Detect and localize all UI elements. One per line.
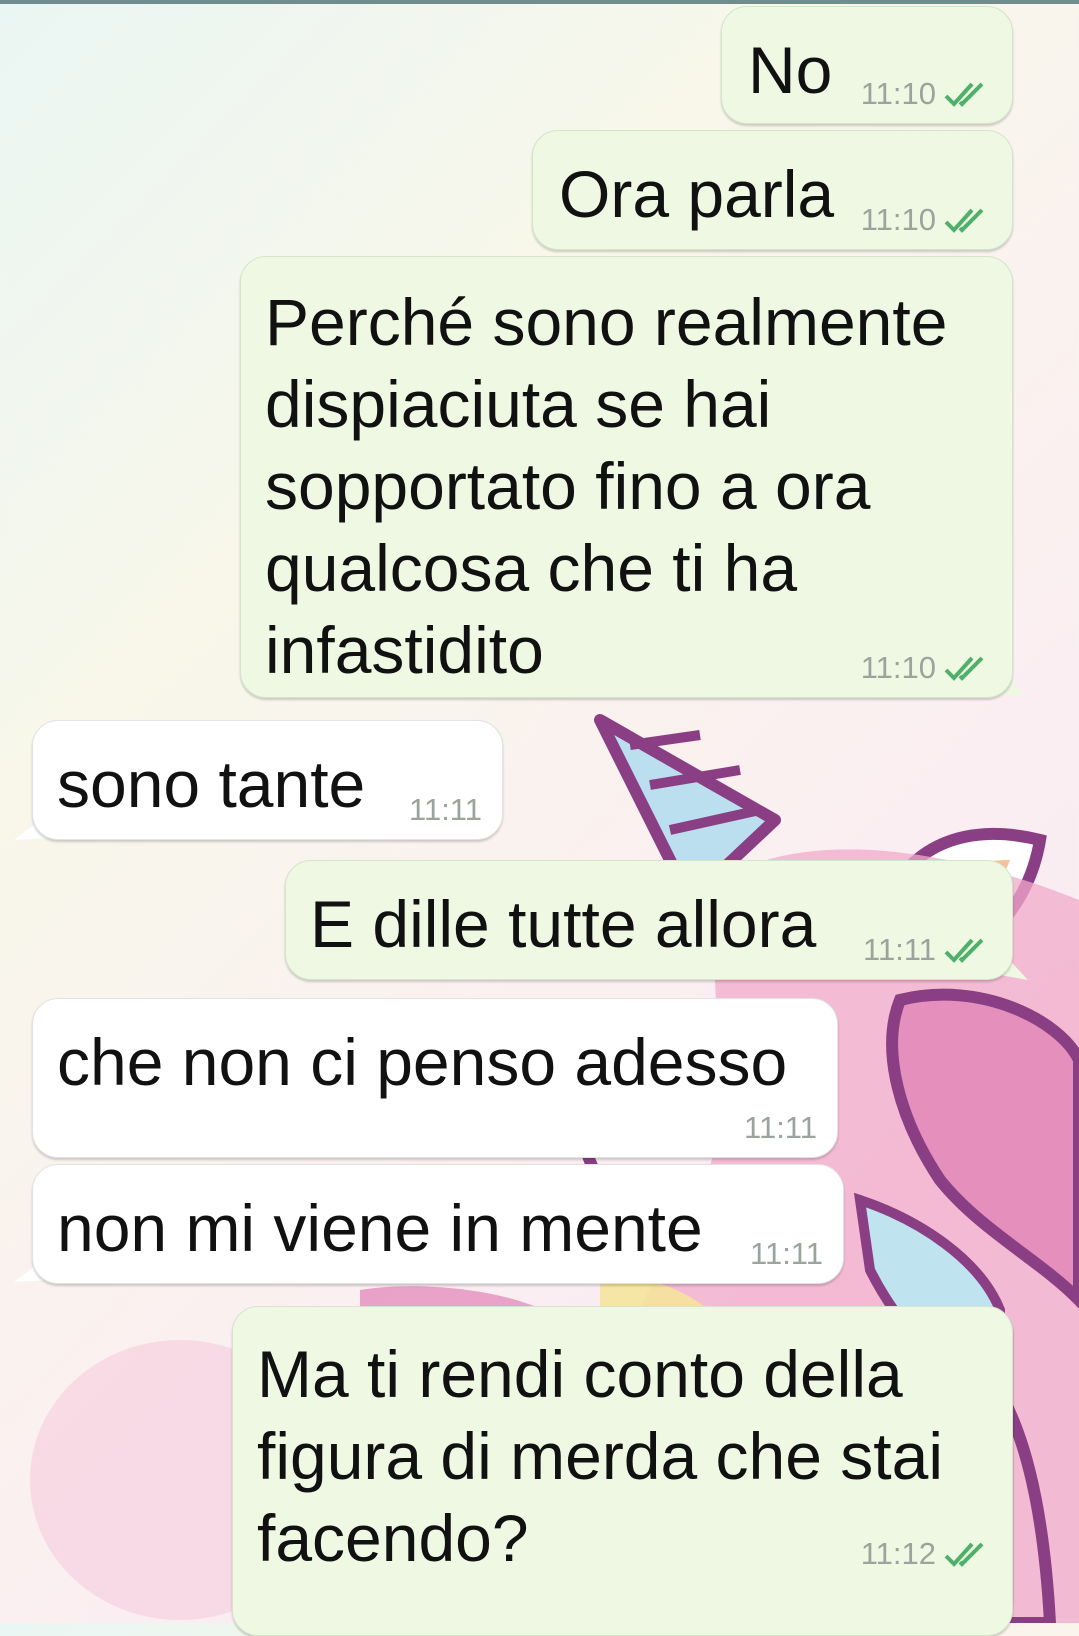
message-text-line: infastidito: [265, 613, 544, 687]
message-text: sono tante: [57, 747, 366, 821]
outgoing-message-bubble[interactable]: Ora parla 11:10: [532, 130, 1013, 250]
message-text: non mi viene in mente: [57, 1191, 703, 1265]
read-ticks-icon: [944, 656, 984, 681]
message-text: E dille tutte allora: [310, 887, 817, 961]
message-text-block: Ma ti rendi conto della figura di merda …: [257, 1333, 943, 1579]
message-time: 11:10: [860, 76, 936, 111]
message-meta: 11:10: [861, 651, 992, 685]
message-text-line: Perché sono realmente: [265, 285, 948, 359]
message-text-line: Ma ti rendi conto della: [257, 1337, 903, 1411]
message-text-line: figura di merda che stai: [257, 1419, 944, 1493]
incoming-message-bubble[interactable]: non mi viene in mente 11:11: [32, 1164, 844, 1284]
message-text-line: qualcosa che ti ha: [265, 531, 798, 605]
message-meta: 11:12: [861, 1537, 992, 1571]
message-time: 11:11: [750, 1236, 823, 1271]
message-time: 11:11: [863, 932, 936, 967]
message-meta: 11:10: [861, 77, 992, 111]
chat-message-list[interactable]: No 11:10 Ora parla 11:10 Perché sono rea…: [0, 0, 1079, 1636]
message-text-line: facendo?: [257, 1501, 529, 1575]
message-meta: 11:10: [861, 203, 992, 237]
message-time: 11:11: [409, 792, 482, 827]
message-text-block: Perché sono realmente dispiaciuta se hai…: [265, 281, 947, 691]
message-text-line: sopportato fino a ora: [265, 449, 871, 523]
incoming-message-bubble[interactable]: che non ci penso adesso 11:11: [32, 998, 838, 1158]
message-meta: 11:11: [863, 933, 992, 967]
read-ticks-icon: [944, 938, 984, 963]
outgoing-message-bubble[interactable]: No 11:10: [721, 6, 1013, 124]
message-text-line: dispiaciuta se hai: [265, 367, 772, 441]
incoming-message-bubble[interactable]: sono tante 11:11: [32, 720, 503, 840]
message-time: 11:10: [860, 202, 936, 237]
message-meta: 11:11: [409, 793, 482, 827]
read-ticks-icon: [944, 1542, 984, 1567]
read-ticks-icon: [944, 208, 984, 233]
message-text: No: [748, 33, 833, 107]
message-text: Ora parla: [559, 157, 835, 231]
outgoing-message-bubble[interactable]: Perché sono realmente dispiaciuta se hai…: [240, 256, 1013, 698]
message-meta: 11:11: [744, 1111, 817, 1145]
outgoing-message-bubble[interactable]: E dille tutte allora 11:11: [285, 860, 1013, 980]
outgoing-message-bubble[interactable]: Ma ti rendi conto della figura di merda …: [232, 1306, 1013, 1636]
message-meta: 11:11: [750, 1237, 823, 1271]
message-time: 11:10: [860, 650, 936, 685]
message-text: che non ci penso adesso: [57, 1025, 788, 1099]
message-time: 11:12: [860, 1536, 936, 1571]
read-ticks-icon: [944, 82, 984, 107]
message-time: 11:11: [744, 1110, 817, 1145]
